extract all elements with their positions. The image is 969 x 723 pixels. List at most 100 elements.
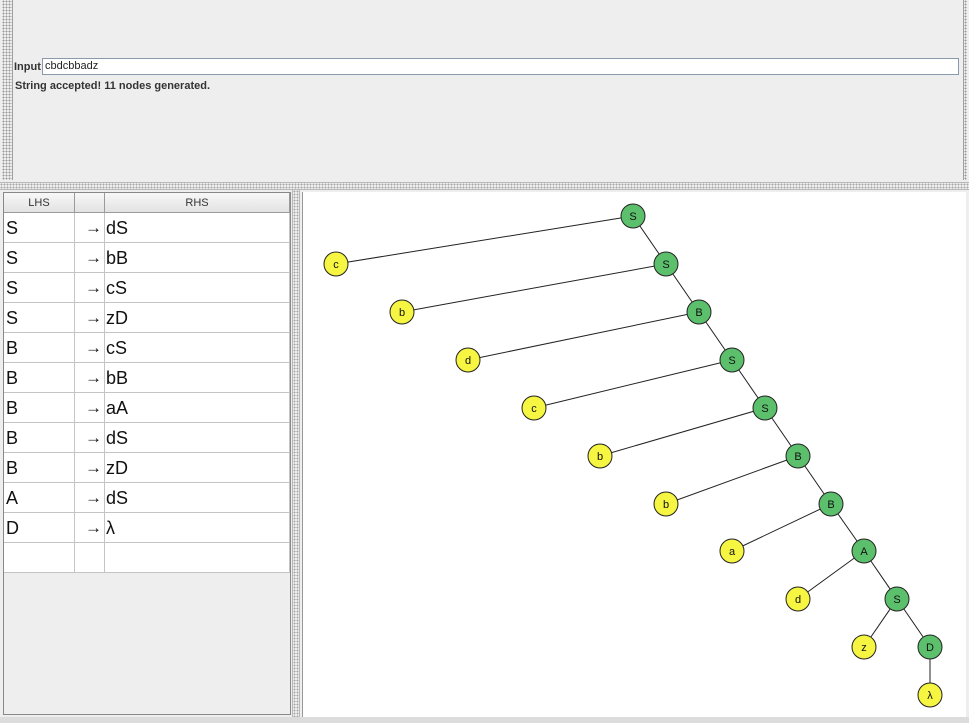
- rhs-cell[interactable]: cS: [105, 273, 290, 303]
- table-row[interactable]: B → aA: [4, 393, 290, 423]
- tree-edge: [599, 407, 766, 457]
- column-header-rhs[interactable]: RHS: [105, 193, 290, 213]
- arrow-cell[interactable]: →: [75, 423, 105, 453]
- table-row[interactable]: A → dS: [4, 483, 290, 513]
- variable-node[interactable]: S: [752, 395, 778, 421]
- variable-node[interactable]: A: [851, 538, 877, 564]
- table-row[interactable]: B → zD: [4, 453, 290, 483]
- lhs-cell[interactable]: B: [4, 393, 75, 423]
- node-label: c: [531, 403, 537, 415]
- rhs-cell[interactable]: [105, 543, 290, 573]
- input-field[interactable]: cbdcbbadz: [42, 58, 959, 75]
- lhs-cell[interactable]: S: [4, 303, 75, 333]
- node-label: d: [795, 594, 801, 606]
- rhs-cell[interactable]: dS: [105, 423, 290, 453]
- lhs-cell[interactable]: A: [4, 483, 75, 513]
- variable-node[interactable]: B: [818, 491, 844, 517]
- arrow-cell[interactable]: →: [75, 483, 105, 513]
- rhs-cell[interactable]: zD: [105, 453, 290, 483]
- rhs-cell[interactable]: zD: [105, 303, 290, 333]
- arrow-cell[interactable]: →: [75, 303, 105, 333]
- rhs-cell[interactable]: λ: [105, 513, 290, 543]
- rhs-cell[interactable]: dS: [105, 213, 290, 243]
- arrow-cell[interactable]: →: [75, 363, 105, 393]
- parse-tree: Sc Sb Bd Sc Sb Bb Ba Ad Sz Dλ: [323, 203, 943, 708]
- rhs-cell[interactable]: bB: [105, 243, 290, 273]
- grammar-table: LHS RHS S → dS S → bB S → cS S → zD B → cS B → bB B → aA B → dS…: [3, 192, 291, 715]
- lhs-cell[interactable]: D: [4, 513, 75, 543]
- bottom-border: [0, 717, 969, 723]
- table-row[interactable]: [4, 543, 290, 573]
- lhs-cell[interactable]: B: [4, 453, 75, 483]
- table-row[interactable]: B → cS: [4, 333, 290, 363]
- node-label: a: [729, 546, 736, 558]
- node-label: A: [860, 546, 868, 558]
- lhs-cell[interactable]: B: [4, 423, 75, 453]
- table-row[interactable]: S → zD: [4, 303, 290, 333]
- variable-node[interactable]: S: [653, 251, 679, 277]
- tree-edges: [335, 215, 931, 695]
- variable-node[interactable]: B: [785, 443, 811, 469]
- node-label: b: [663, 499, 669, 511]
- tree-edge: [401, 263, 667, 313]
- node-label: S: [728, 355, 735, 367]
- node-label: λ: [927, 690, 933, 702]
- arrow-cell[interactable]: →: [75, 333, 105, 363]
- lhs-cell[interactable]: B: [4, 363, 75, 393]
- column-header-lhs[interactable]: LHS: [4, 193, 75, 213]
- terminal-node[interactable]: b: [587, 443, 613, 469]
- terminal-node[interactable]: b: [653, 491, 679, 517]
- terminal-node[interactable]: d: [455, 347, 481, 373]
- table-row[interactable]: S → bB: [4, 243, 290, 273]
- input-panel: Input cbdcbbadz String accepted! 11 node…: [0, 0, 969, 184]
- terminal-node[interactable]: z: [851, 634, 877, 660]
- terminal-node[interactable]: a: [719, 538, 745, 564]
- lhs-cell[interactable]: S: [4, 213, 75, 243]
- vertical-split-divider[interactable]: [292, 190, 300, 723]
- node-label: S: [761, 403, 768, 415]
- rhs-cell[interactable]: bB: [105, 363, 290, 393]
- table-row[interactable]: D → λ: [4, 513, 290, 543]
- node-label: z: [861, 642, 867, 654]
- tree-edge: [533, 359, 733, 409]
- terminal-node[interactable]: c: [521, 395, 547, 421]
- variable-node[interactable]: B: [686, 299, 712, 325]
- arrow-cell[interactable]: →: [75, 453, 105, 483]
- rhs-cell[interactable]: dS: [105, 483, 290, 513]
- node-label: c: [333, 259, 339, 271]
- lhs-cell[interactable]: S: [4, 273, 75, 303]
- arrow-cell[interactable]: →: [75, 213, 105, 243]
- terminal-node[interactable]: b: [389, 299, 415, 325]
- horizontal-split-divider[interactable]: [0, 182, 969, 190]
- arrow-cell[interactable]: →: [75, 243, 105, 273]
- variable-node[interactable]: S: [719, 347, 745, 373]
- arrow-cell[interactable]: →: [75, 393, 105, 423]
- table-row[interactable]: B → dS: [4, 423, 290, 453]
- terminal-node[interactable]: d: [785, 586, 811, 612]
- variable-node[interactable]: D: [917, 634, 943, 660]
- lhs-cell[interactable]: [4, 543, 75, 573]
- lhs-cell[interactable]: B: [4, 333, 75, 363]
- table-row[interactable]: B → bB: [4, 363, 290, 393]
- terminal-node[interactable]: c: [323, 251, 349, 277]
- node-label: S: [629, 211, 636, 223]
- variable-node[interactable]: S: [620, 203, 646, 229]
- lhs-cell[interactable]: S: [4, 243, 75, 273]
- parse-tree-canvas: Sc Sb Bd Sc Sb Bb Ba Ad Sz Dλ: [302, 192, 966, 717]
- rhs-cell[interactable]: cS: [105, 333, 290, 363]
- terminal-node[interactable]: λ: [917, 682, 943, 708]
- node-label: b: [399, 307, 405, 319]
- tree-edge: [467, 311, 700, 361]
- rhs-cell[interactable]: aA: [105, 393, 290, 423]
- panel-grip[interactable]: [2, 0, 13, 180]
- table-row[interactable]: S → cS: [4, 273, 290, 303]
- arrow-cell[interactable]: [75, 543, 105, 573]
- arrow-cell[interactable]: →: [75, 513, 105, 543]
- table-header: LHS RHS: [4, 193, 290, 213]
- node-label: S: [893, 594, 900, 606]
- node-label: b: [597, 451, 603, 463]
- column-header-arrow[interactable]: [75, 193, 105, 213]
- variable-node[interactable]: S: [884, 586, 910, 612]
- arrow-cell[interactable]: →: [75, 273, 105, 303]
- table-row[interactable]: S → dS: [4, 213, 290, 243]
